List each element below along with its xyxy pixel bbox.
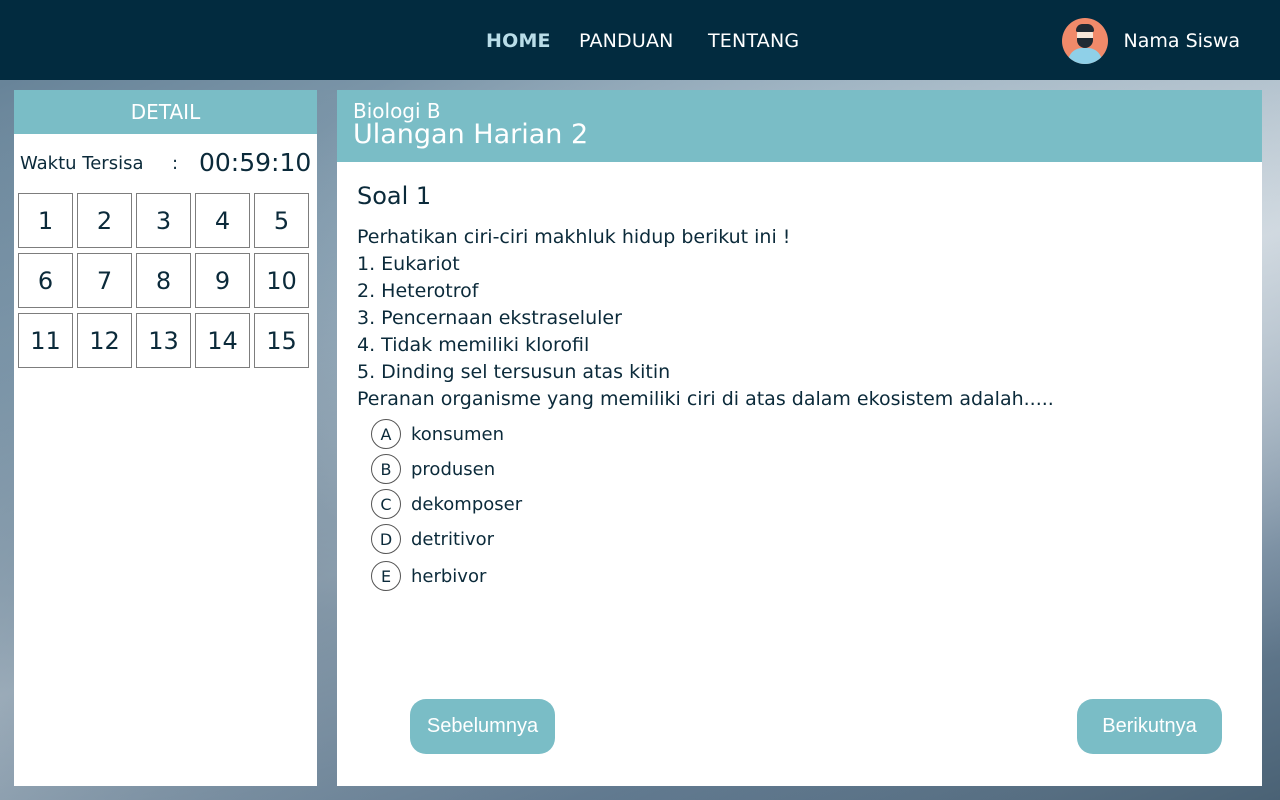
question-text: Perhatikan ciri-ciri makhluk hidup berik… <box>357 224 1054 413</box>
question-number-button[interactable]: 10 <box>254 253 309 308</box>
option-label: dekomposer <box>411 493 523 515</box>
next-button[interactable]: Berikutnya <box>1077 699 1222 754</box>
detail-header: DETAIL <box>14 90 317 134</box>
option-radio[interactable]: A <box>371 419 401 449</box>
question-number-button[interactable]: 12 <box>77 313 132 368</box>
question-line: Peranan organisme yang memiliki ciri di … <box>357 388 1054 410</box>
previous-button[interactable]: Sebelumnya <box>410 699 555 754</box>
answer-option-a[interactable]: A konsumen <box>371 419 522 449</box>
question-line: Perhatikan ciri-ciri makhluk hidup berik… <box>357 226 791 248</box>
question-number-button[interactable]: 9 <box>195 253 250 308</box>
question-number-button[interactable]: 14 <box>195 313 250 368</box>
top-navbar: HOME PANDUAN TENTANG Nama Siswa <box>0 0 1280 80</box>
timer-colon: : <box>172 153 179 174</box>
nav-guide-link[interactable]: PANDUAN <box>579 30 674 52</box>
question-line: 4. Tidak memiliki klorofil <box>357 334 590 356</box>
option-label: herbivor <box>411 565 487 587</box>
question-line: 2. Heterotrof <box>357 280 479 302</box>
option-radio[interactable]: C <box>371 489 401 519</box>
question-number-button[interactable]: 15 <box>254 313 309 368</box>
question-number-button[interactable]: 3 <box>136 193 191 248</box>
user-profile[interactable]: Nama Siswa <box>1061 17 1240 65</box>
answer-option-c[interactable]: C dekomposer <box>371 489 522 519</box>
timer-row: Waktu Tersisa : 00:59:10 <box>14 134 317 192</box>
detail-panel: DETAIL Waktu Tersisa : 00:59:10 1 2 3 4 … <box>14 90 317 786</box>
exam-title: Ulangan Harian 2 <box>353 119 589 150</box>
question-number-button[interactable]: 4 <box>195 193 250 248</box>
answer-option-b[interactable]: B produsen <box>371 454 522 484</box>
question-number-button[interactable]: 2 <box>77 193 132 248</box>
question-title: Soal 1 <box>357 182 432 210</box>
option-label: detritivor <box>411 528 495 550</box>
user-name: Nama Siswa <box>1123 30 1240 52</box>
option-label: konsumen <box>411 423 505 445</box>
question-number-button[interactable]: 5 <box>254 193 309 248</box>
avatar-icon <box>1061 18 1108 64</box>
timer-label: Waktu Tersisa <box>20 153 144 174</box>
question-line: 1. Eukariot <box>357 253 460 275</box>
question-line: 5. Dinding sel tersusun atas kitin <box>357 361 671 383</box>
exam-header: Biologi B Ulangan Harian 2 <box>337 90 1262 162</box>
question-number-grid: 1 2 3 4 5 6 7 8 9 10 11 12 13 14 15 <box>18 193 313 368</box>
question-number-button[interactable]: 1 <box>18 193 73 248</box>
option-radio[interactable]: D <box>371 524 401 554</box>
question-number-button[interactable]: 8 <box>136 253 191 308</box>
option-radio[interactable]: B <box>371 454 401 484</box>
option-radio[interactable]: E <box>371 561 401 591</box>
answer-option-d[interactable]: D detritivor <box>371 524 522 554</box>
answer-option-e[interactable]: E herbivor <box>371 561 522 591</box>
nav-home-link[interactable]: HOME <box>486 30 551 52</box>
question-line: 3. Pencernaan ekstraseluler <box>357 307 622 329</box>
question-number-button[interactable]: 13 <box>136 313 191 368</box>
question-number-button[interactable]: 6 <box>18 253 73 308</box>
option-label: produsen <box>411 458 496 480</box>
question-panel: Biologi B Ulangan Harian 2 Soal 1 Perhat… <box>337 90 1262 786</box>
answer-options: A konsumen B produsen C dekomposer D det… <box>371 419 522 596</box>
timer-value: 00:59:10 <box>199 148 312 177</box>
question-number-button[interactable]: 11 <box>18 313 73 368</box>
question-number-button[interactable]: 7 <box>77 253 132 308</box>
nav-about-link[interactable]: TENTANG <box>708 30 799 52</box>
